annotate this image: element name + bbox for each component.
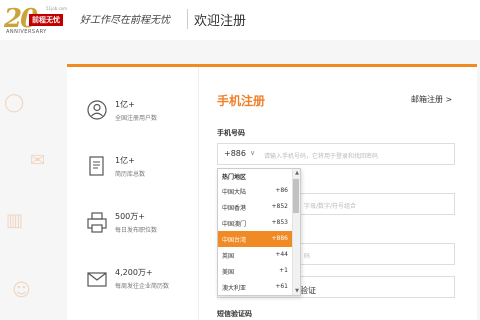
decor-chart-icon: ▥ — [6, 210, 24, 231]
column-divider — [198, 67, 199, 320]
logo-url: 51job.com — [46, 6, 68, 11]
logo-brand: 前程无忧 — [29, 14, 63, 26]
option-name: 美国 — [222, 269, 235, 276]
stat-jobs: 500万+ 每日发布职位数 — [86, 211, 206, 245]
captcha-input[interactable]: 码 — [304, 251, 310, 260]
stat-value: 1亿+ — [115, 156, 135, 165]
dropdown-scrollbar[interactable]: ▲ ▼ — [292, 169, 300, 295]
stat-label: 每周发往企业简历数 — [115, 283, 170, 290]
dropdown-option-selected[interactable]: 中国台湾 +886 — [218, 231, 292, 247]
printer-icon — [87, 212, 107, 233]
dropdown-option[interactable]: 中国香港 +852 — [218, 199, 292, 215]
page-title: 欢迎注册 — [194, 14, 247, 29]
country-code-select[interactable]: +886 — [224, 149, 246, 158]
dropdown-header: 热门地区 — [222, 174, 247, 181]
option-code: +886 — [271, 235, 288, 242]
slogan: 好工作尽在前程无忧 — [80, 15, 170, 26]
stat-value: 1亿+ — [115, 100, 135, 109]
option-code: +852 — [271, 203, 288, 210]
option-code: +44 — [275, 251, 288, 258]
option-code: +86 — [275, 187, 288, 194]
option-name: 中国香港 — [222, 205, 247, 212]
decor-bubble-icon: ◯ — [4, 92, 25, 113]
stat-label: 全国注册用户数 — [115, 115, 158, 122]
password-input[interactable]: 字母/数字/符号组合 — [304, 201, 356, 210]
scroll-down-icon[interactable]: ▼ — [295, 288, 299, 294]
dropdown-option[interactable]: 中国澳门 +853 — [218, 215, 292, 231]
header-divider — [187, 9, 188, 29]
phone-label: 手机号码 — [217, 129, 245, 137]
email-register-link[interactable]: 邮箱注册 > — [411, 94, 452, 105]
chevron-down-icon[interactable]: ∨ — [250, 149, 255, 157]
scrollbar-thumb[interactable] — [293, 179, 299, 213]
decor-mail-icon: ✉ — [30, 150, 46, 171]
option-code: +61 — [275, 283, 288, 290]
phone-field[interactable]: +886 ∨ 请输入手机号码，它将用于登录和找回密码 — [217, 143, 455, 165]
header: 20 51job.com 前程无忧 ANNIVERSARY 好工作尽在前程无忧 … — [0, 0, 480, 40]
stat-label: 简历库总数 — [115, 171, 146, 178]
tab-phone-register[interactable]: 手机注册 — [217, 92, 265, 109]
phone-input[interactable]: 请输入手机号码，它将用于登录和找回密码 — [264, 151, 378, 160]
decor-person-icon: ☺ — [12, 280, 31, 301]
logo-anniversary-text: ANNIVERSARY — [6, 29, 47, 35]
option-code: +853 — [271, 219, 288, 226]
dropdown-option[interactable]: 美国 +1 — [218, 263, 292, 279]
dropdown-option[interactable]: 澳大利亚 +61 — [218, 279, 292, 295]
stat-users: 1亿+ 全国注册用户数 — [86, 99, 206, 133]
stat-label: 每日发布职位数 — [115, 227, 158, 234]
card-accent-bar — [67, 64, 477, 67]
option-code: +1 — [279, 267, 288, 274]
stat-value: 4,200万+ — [115, 268, 153, 277]
mail-icon — [87, 272, 107, 287]
option-name: 澳大利亚 — [222, 285, 247, 292]
country-code-dropdown[interactable]: 热门地区 中国大陆 +86 中国香港 +852 中国澳门 +853 中国台湾 +… — [217, 168, 301, 296]
sms-code-label: 短信验证码 — [217, 310, 252, 318]
logo[interactable]: 20 51job.com 前程无忧 ANNIVERSARY — [2, 2, 80, 38]
dropdown-option[interactable]: 中国大陆 +86 — [218, 183, 292, 199]
dropdown-option[interactable]: 英国 +44 — [218, 247, 292, 263]
stat-value: 500万+ — [115, 212, 145, 221]
resume-icon — [89, 156, 104, 176]
option-name: 中国澳门 — [222, 221, 247, 228]
user-icon — [87, 100, 107, 120]
verify-button[interactable]: 验证 — [300, 285, 316, 296]
option-name: 中国台湾 — [222, 237, 247, 244]
option-name: 英国 — [222, 253, 235, 260]
stat-resumes: 1亿+ 简历库总数 — [86, 155, 206, 189]
stat-weekly-resumes: 4,200万+ 每周发往企业简历数 — [86, 267, 206, 301]
option-name: 中国大陆 — [222, 189, 247, 196]
scroll-up-icon[interactable]: ▲ — [295, 170, 299, 176]
